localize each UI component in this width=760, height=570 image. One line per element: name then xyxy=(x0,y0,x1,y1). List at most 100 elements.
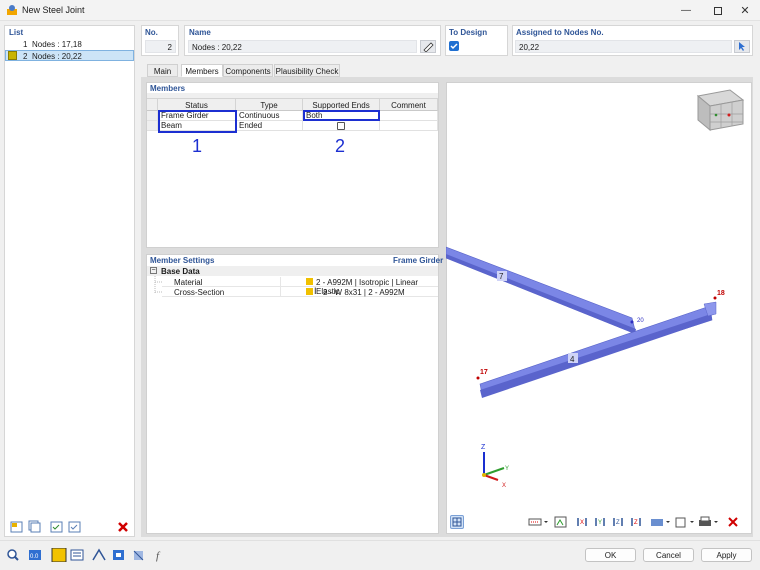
list-item-label: Nodes : 20,22 xyxy=(32,52,82,61)
cross-section-value-cell[interactable]: I 2 - W 8x31 | 2 - A992M xyxy=(280,286,438,297)
color-swatch-icon xyxy=(8,51,17,60)
view-grid-icon xyxy=(452,517,462,527)
list-item-number: 2 xyxy=(23,52,28,61)
axis-label-z: Z xyxy=(481,444,486,451)
cell-type[interactable]: Ended xyxy=(236,121,303,131)
model-icon[interactable] xyxy=(133,550,144,561)
tab-main[interactable]: Main xyxy=(147,64,178,77)
material-swatch-icon xyxy=(306,278,313,285)
assigned-label: Assigned to Nodes No. xyxy=(516,28,604,37)
to-design-label: To Design xyxy=(449,28,488,37)
column-header-comment[interactable]: Comment xyxy=(380,99,438,111)
row-header xyxy=(147,121,158,131)
view-y-icon[interactable]: Y xyxy=(595,518,605,526)
material-label-cell: Material xyxy=(162,277,280,287)
ok-button[interactable]: OK xyxy=(585,548,636,562)
svg-text:Z: Z xyxy=(616,520,620,526)
svg-text:X: X xyxy=(580,520,584,526)
render-options-icon[interactable] xyxy=(554,516,567,528)
annotation-box-status xyxy=(158,110,237,133)
edit-name-button[interactable] xyxy=(420,40,436,53)
cell-type[interactable]: Continuous xyxy=(236,111,303,121)
uncheck-all-icon[interactable] xyxy=(68,520,84,534)
new-item-icon[interactable] xyxy=(10,521,23,533)
visibility-icon[interactable] xyxy=(651,519,670,526)
axis-triad-icon xyxy=(482,452,505,481)
close-icon: ✕ xyxy=(740,5,750,17)
annotation-number-2: 2 xyxy=(335,136,346,156)
cross-section-label-cell: Cross-Section xyxy=(162,287,280,297)
svg-text:Y: Y xyxy=(598,520,602,526)
joint-icon[interactable] xyxy=(113,550,124,560)
list-item-selected[interactable]: 2 Nodes : 20,22 xyxy=(5,50,134,61)
minimize-icon: — xyxy=(681,5,691,16)
function-icon[interactable]: f xyxy=(156,550,161,562)
tab-members[interactable]: Members xyxy=(181,64,223,77)
close-window-button[interactable]: ✕ xyxy=(727,0,760,21)
units-icon[interactable]: 0.0 xyxy=(29,550,41,560)
list-header: List xyxy=(9,28,24,37)
cube-display-icon[interactable] xyxy=(675,517,694,528)
reset-view-icon[interactable] xyxy=(728,517,738,527)
search-icon[interactable] xyxy=(7,549,19,561)
member-7-edge xyxy=(446,254,636,334)
to-design-checkbox[interactable] xyxy=(449,41,459,51)
structure-icon[interactable] xyxy=(92,548,106,561)
copy-item-icon[interactable] xyxy=(28,520,41,533)
list-toolbar xyxy=(10,520,63,533)
assigned-nodes-field[interactable]: 20,22 xyxy=(515,40,732,53)
tab-plausibility-check[interactable]: Plausibility Check xyxy=(274,64,340,77)
select-cursor-icon xyxy=(739,42,745,51)
list-item-label: Nodes : 17,18 xyxy=(32,40,82,49)
bottom-toolbar: 0.0 f xyxy=(7,548,161,562)
cancel-button[interactable]: Cancel xyxy=(643,548,694,562)
column-header-type[interactable]: Type xyxy=(236,99,303,111)
supported-ends-checkbox[interactable] xyxy=(337,122,345,130)
title-bar xyxy=(0,0,760,21)
minimize-button[interactable]: — xyxy=(668,0,704,21)
view-cube-icon[interactable] xyxy=(696,89,745,132)
view-iso-icon[interactable]: Z xyxy=(631,518,641,526)
svg-text:f: f xyxy=(156,550,161,562)
apply-button[interactable]: Apply xyxy=(701,548,752,562)
select-nodes-button[interactable] xyxy=(734,40,750,53)
base-data-group[interactable]: − Base Data xyxy=(147,266,438,276)
cell-comment[interactable] xyxy=(380,121,438,131)
checkmark-icon xyxy=(450,43,458,50)
no-field[interactable]: 2 xyxy=(145,40,176,53)
member-label-7: 7 xyxy=(499,272,504,281)
list-view-icon[interactable] xyxy=(70,549,84,561)
section-swatch-icon xyxy=(306,288,313,295)
name-field[interactable]: Nodes : 20,22 xyxy=(188,40,417,53)
print-icon[interactable] xyxy=(699,516,718,526)
node-17[interactable] xyxy=(476,376,480,380)
material-label: Material xyxy=(174,278,203,287)
cell-comment[interactable] xyxy=(380,111,438,121)
list-item-number: 1 xyxy=(23,40,28,49)
collapse-icon[interactable]: − xyxy=(150,267,157,274)
material-value-cell[interactable]: 2 - A992M | Isotropic | Linear Elastic xyxy=(280,277,438,296)
axis-label-x: X xyxy=(502,483,506,489)
model-view: 7 4 18 20 17 Z Y X xyxy=(446,89,745,489)
view-settings-button[interactable] xyxy=(450,515,464,529)
check-all-icon[interactable] xyxy=(50,521,63,533)
maximize-icon xyxy=(714,6,722,15)
node-20[interactable] xyxy=(630,320,634,324)
annotation-box-supported xyxy=(303,110,380,121)
viewport-toolbar: X Y Z Z xyxy=(528,516,738,528)
name-label: Name xyxy=(189,28,211,37)
node-label-18: 18 xyxy=(717,290,725,297)
row-header xyxy=(147,111,158,121)
svg-text:0.0: 0.0 xyxy=(30,554,39,560)
cell-supported-ends[interactable] xyxy=(303,121,380,131)
svg-text:Z: Z xyxy=(634,520,638,526)
view-z-icon[interactable]: Z xyxy=(613,518,623,526)
list-item[interactable]: 1 Nodes : 17,18 xyxy=(6,39,133,50)
members-header: Members xyxy=(150,84,186,93)
delete-icon[interactable] xyxy=(116,520,130,534)
color-icon[interactable] xyxy=(51,548,67,562)
display-options-icon[interactable] xyxy=(528,518,548,526)
view-x-icon[interactable]: X xyxy=(577,518,587,526)
tab-components[interactable]: Components xyxy=(223,64,273,77)
member-settings-context: Frame Girder xyxy=(393,256,444,265)
